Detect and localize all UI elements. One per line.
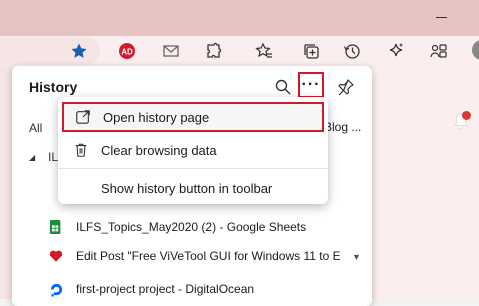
collections-icon[interactable] bbox=[302, 42, 320, 60]
menu-item-clear-browsing-data[interactable]: Clear browsing data bbox=[58, 135, 328, 165]
favorites-icon[interactable] bbox=[255, 42, 273, 60]
more-options-button[interactable]: ··· bbox=[298, 72, 324, 98]
menu-item-label: Show history button in toolbar bbox=[101, 180, 273, 196]
extensions-icon[interactable] bbox=[205, 42, 223, 60]
adblock-icon[interactable]: AD bbox=[118, 42, 136, 60]
menu-item-open-history-page[interactable]: Open history page bbox=[62, 102, 324, 132]
svg-text:AD: AD bbox=[121, 48, 133, 57]
menu-item-show-history-button[interactable]: Show history button in toolbar bbox=[58, 173, 328, 203]
mail-icon[interactable] bbox=[162, 42, 180, 60]
menu-item-label: Clear browsing data bbox=[101, 142, 217, 158]
copilot-icon[interactable] bbox=[387, 42, 405, 60]
open-external-icon bbox=[74, 108, 92, 126]
favorite-star-icon[interactable] bbox=[70, 42, 88, 60]
list-item[interactable]: Edit Post "Free ViVeTool GUI for Windows… bbox=[48, 246, 340, 266]
menu-divider bbox=[58, 168, 328, 169]
digitalocean-icon bbox=[48, 281, 64, 297]
search-icon[interactable] bbox=[274, 78, 292, 96]
truncated-item-text: Blog ... bbox=[324, 120, 362, 134]
avatar[interactable] bbox=[472, 40, 479, 60]
list-item-title: first-project project - DigitalOcean bbox=[76, 282, 255, 296]
more-options-menu: Open history page Clear browsing data Sh… bbox=[58, 97, 328, 204]
page-right-area bbox=[372, 66, 479, 299]
list-item-title: ILFS_Topics_May2020 (2) - Google Sheets bbox=[76, 220, 307, 234]
caret-down-icon[interactable]: ◢ bbox=[29, 153, 35, 162]
google-sheets-icon bbox=[48, 219, 64, 235]
tab-all[interactable]: All bbox=[29, 121, 42, 135]
list-item-title: Edit Post "Free ViVeTool GUI for Windows… bbox=[76, 249, 340, 263]
profile-share-icon[interactable] bbox=[430, 42, 448, 60]
title-bar bbox=[0, 0, 479, 36]
history-icon[interactable] bbox=[343, 42, 361, 60]
list-item[interactable]: first-project project - DigitalOcean bbox=[48, 279, 340, 299]
browser-toolbar: AD bbox=[0, 36, 479, 66]
menu-item-label: Open history page bbox=[103, 109, 210, 125]
list-item[interactable]: ILFS_Topics_May2020 (2) - Google Sheets bbox=[48, 217, 340, 237]
pin-icon[interactable] bbox=[337, 78, 355, 96]
minimize-button[interactable] bbox=[436, 17, 447, 18]
scroll-down-arrow-icon[interactable]: ▼ bbox=[352, 252, 361, 262]
trash-icon bbox=[72, 141, 90, 159]
heart-icon bbox=[48, 248, 64, 264]
more-dots-icon: ··· bbox=[301, 76, 321, 93]
notification-dot bbox=[462, 111, 471, 120]
panel-title: History bbox=[29, 79, 78, 95]
